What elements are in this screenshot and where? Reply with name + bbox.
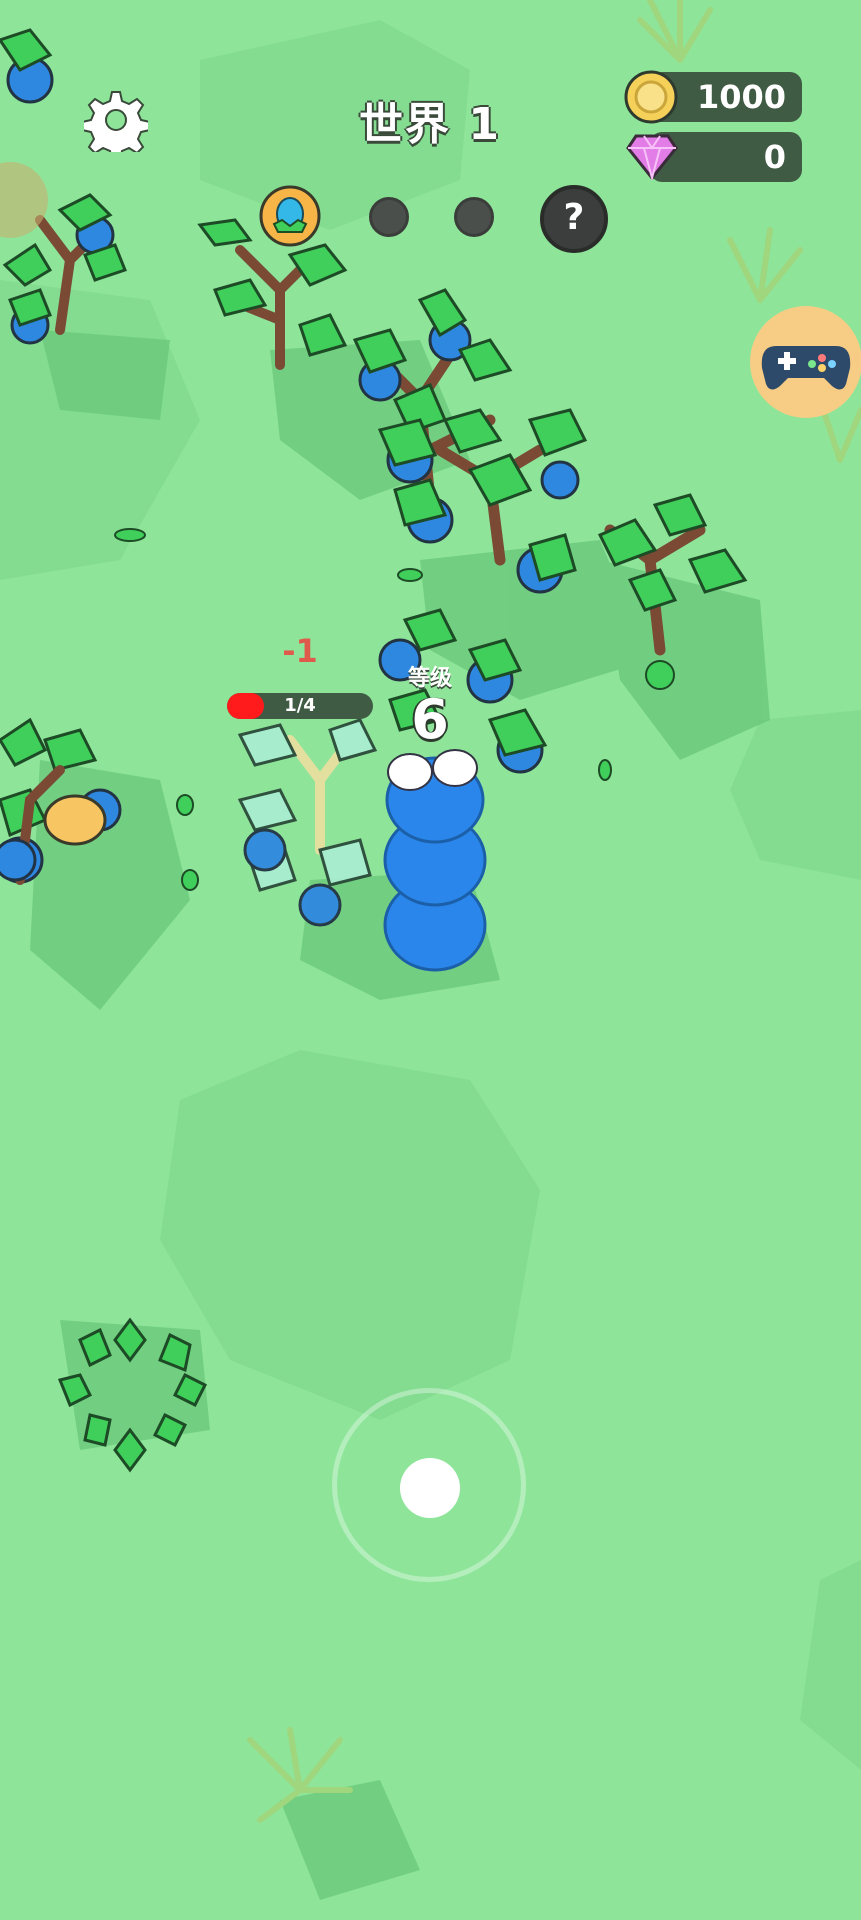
gem-count: 0 bbox=[763, 138, 786, 176]
help-button[interactable]: ? bbox=[540, 185, 608, 253]
egg-reward-icon bbox=[258, 184, 322, 248]
damage-text: -1 bbox=[282, 632, 318, 670]
gear-icon bbox=[81, 91, 151, 161]
question-icon: ? bbox=[563, 197, 585, 238]
player-level: 6 bbox=[411, 688, 449, 751]
target-health-bar: 1/4 bbox=[227, 693, 373, 719]
coin-count: 1000 bbox=[696, 78, 786, 116]
world-title: 世界 1 bbox=[359, 99, 501, 150]
joystick-knob[interactable] bbox=[400, 1458, 460, 1518]
player-worm bbox=[383, 749, 487, 972]
progress-dot bbox=[369, 197, 409, 237]
gem-icon bbox=[626, 132, 678, 182]
gamepad-button[interactable] bbox=[750, 306, 861, 418]
health-text: 1/4 bbox=[284, 695, 316, 716]
settings-button[interactable] bbox=[81, 88, 151, 161]
coin-icon bbox=[624, 70, 678, 124]
progress-dot bbox=[454, 197, 494, 237]
game-world bbox=[0, 0, 861, 1900]
gamepad-icon bbox=[761, 346, 851, 390]
